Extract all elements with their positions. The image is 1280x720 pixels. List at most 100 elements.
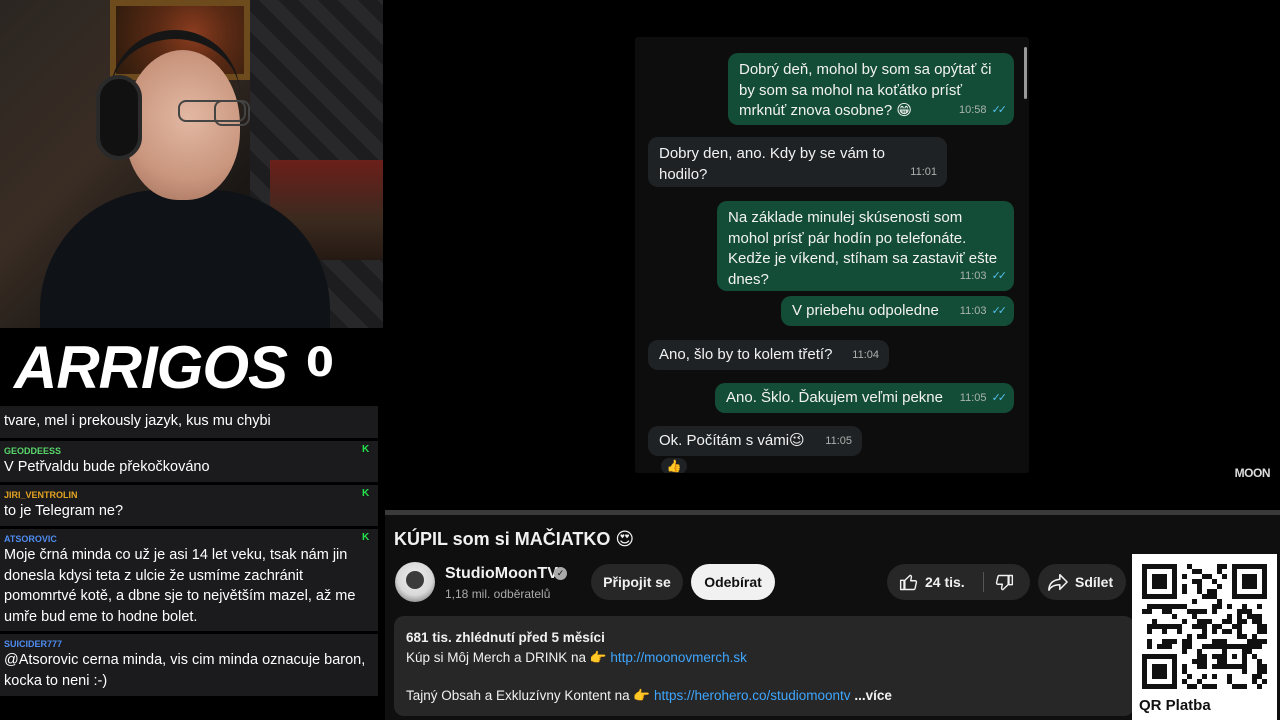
qr-module (1242, 684, 1247, 689)
qr-module (1192, 609, 1197, 614)
qr-module (1212, 654, 1217, 659)
qr-module (1202, 634, 1207, 639)
qr-module (1162, 604, 1167, 609)
qr-module (1257, 684, 1262, 689)
qr-module (1147, 639, 1152, 644)
chat-text: to je Telegram ne? (4, 503, 124, 519)
progress-bar[interactable] (385, 510, 1280, 515)
qr-module (1222, 564, 1227, 569)
chat-text: Moje črná minda co už je asi 14 let veku… (4, 547, 356, 625)
qr-module (1202, 609, 1207, 614)
qr-module (1227, 629, 1232, 634)
description-line: Tajný Obsah a Exkluzívny Kontent na 👉 ht… (406, 686, 1122, 706)
qr-module (1252, 619, 1257, 624)
glasses (178, 100, 250, 126)
kick-badge-icon: K (362, 444, 370, 455)
qr-module (1212, 624, 1217, 629)
qr-module (1197, 659, 1202, 664)
like-button[interactable]: 24 tis. (887, 564, 981, 600)
chat-username[interactable]: SUICIDER777 (4, 638, 374, 650)
qr-module (1202, 644, 1207, 649)
qr-module (1242, 669, 1247, 674)
qr-module (1217, 624, 1222, 629)
chat-username[interactable]: JIRI_VENTROLIN (4, 489, 374, 501)
read-receipt-icon: ✓✓ (991, 304, 1008, 317)
qr-module (1172, 604, 1177, 609)
qr-module (1207, 594, 1212, 599)
read-receipt-icon: ✓✓ (991, 103, 1008, 116)
qr-module (1237, 634, 1242, 639)
description-box[interactable]: 681 tis. zhlédnutí před 5 měsíci Kúp si … (394, 616, 1134, 716)
herohero-link[interactable]: https://herohero.co/studiomoontv (654, 686, 851, 706)
show-more-button[interactable]: ...více (851, 688, 892, 703)
qr-module (1247, 614, 1252, 619)
channel-name[interactable]: StudioMoonTV (445, 565, 558, 583)
qr-module (1217, 569, 1222, 574)
qr-module (1177, 629, 1182, 634)
qr-module (1187, 609, 1192, 614)
qr-module (1212, 594, 1217, 599)
qr-module (1232, 654, 1237, 659)
qr-module (1207, 619, 1212, 624)
qr-module (1212, 639, 1217, 644)
channel-avatar[interactable] (395, 562, 435, 602)
qr-module (1187, 674, 1192, 679)
qr-module (1202, 624, 1207, 629)
qr-module (1167, 624, 1172, 629)
qr-module (1182, 619, 1187, 624)
qr-module (1197, 624, 1202, 629)
qr-module (1232, 624, 1237, 629)
message-time: 11:04 (852, 348, 879, 361)
chat-username[interactable]: GEODDEESS (4, 445, 374, 457)
qr-module (1257, 619, 1262, 624)
qr-module (1262, 679, 1267, 684)
qr-module (1157, 604, 1162, 609)
message-text: Na základe minulej skúsenosti som mohol … (728, 209, 998, 288)
read-receipt-icon: ✓✓ (991, 269, 1008, 282)
qr-module (1237, 629, 1242, 634)
qr-module (1147, 644, 1152, 649)
subscribe-button[interactable]: Odebírat (691, 564, 775, 600)
qr-module (1242, 604, 1247, 609)
qr-module (1147, 624, 1152, 629)
qr-module (1192, 659, 1197, 664)
qr-module (1167, 639, 1172, 644)
qr-module (1207, 574, 1212, 579)
qr-module (1167, 609, 1172, 614)
qr-module (1212, 674, 1217, 679)
qr-module (1202, 684, 1207, 689)
qr-module (1237, 609, 1242, 614)
message-time: 11:01 (910, 165, 937, 178)
qr-module (1162, 639, 1167, 644)
chat-username[interactable]: ATSOROVIC (4, 533, 374, 545)
video-player[interactable]: Dobrý deň, mohol by som sa opýtať či by … (385, 0, 1280, 510)
qr-module (1217, 604, 1222, 609)
stream-screen: ARRIGOS 0 tvare, mel i prekously jazyk, … (0, 0, 1280, 720)
qr-module (1212, 664, 1217, 669)
qr-module (1222, 574, 1227, 579)
qr-module (1177, 604, 1182, 609)
qr-module (1257, 674, 1262, 679)
qr-module (1207, 684, 1212, 689)
qr-module (1247, 609, 1252, 614)
dislike-button[interactable] (985, 564, 1030, 600)
qr-module (1167, 644, 1172, 649)
qr-module (1262, 629, 1267, 634)
merch-link[interactable]: http://moonovmerch.sk (610, 650, 747, 665)
qr-module (1182, 574, 1187, 579)
join-button[interactable]: Připojit se (591, 564, 683, 600)
qr-module (1182, 649, 1187, 654)
qr-module (1212, 589, 1217, 594)
qr-module (1242, 634, 1247, 639)
chat-panel: tvare, mel i prekously jazyk, kus mu chy… (0, 400, 383, 720)
view-stats: 681 tis. zhlédnutí před 5 měsíci (406, 630, 605, 645)
like-count: 24 tis. (925, 574, 965, 590)
qr-module (1252, 674, 1257, 679)
share-button[interactable]: Sdílet (1038, 564, 1126, 600)
qr-module (1257, 669, 1262, 674)
like-dislike-group: 24 tis. (887, 564, 1030, 600)
qr-module (1152, 664, 1167, 679)
qr-module (1202, 659, 1207, 664)
qr-module (1182, 639, 1187, 644)
qr-module (1197, 664, 1202, 669)
